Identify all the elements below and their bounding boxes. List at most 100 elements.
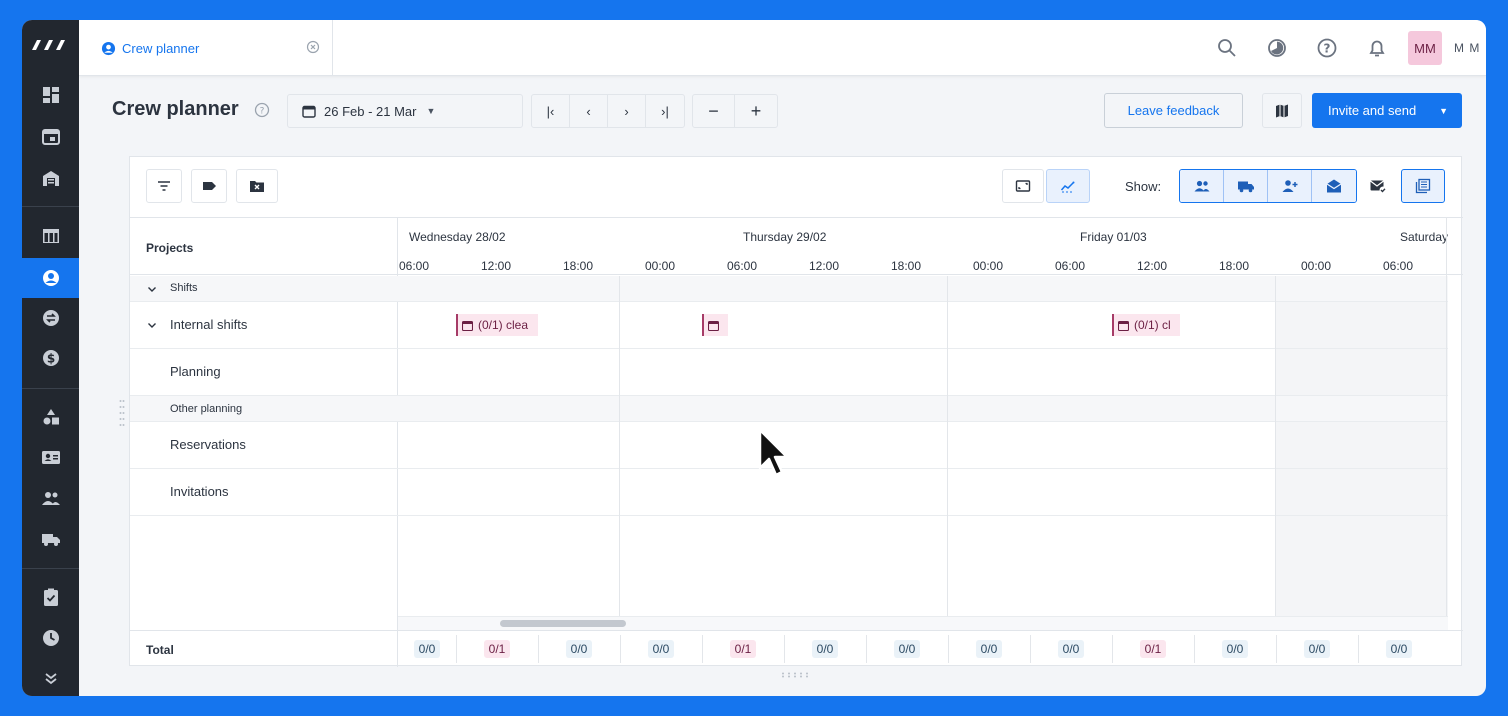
hour-label: 06:00 xyxy=(1055,259,1086,273)
show-crew-toggle[interactable] xyxy=(1180,170,1224,202)
mouse-cursor-icon xyxy=(758,428,789,477)
fit-screen-icon xyxy=(1015,180,1031,192)
nav-expand[interactable] xyxy=(22,658,79,696)
chevron-down-icon[interactable] xyxy=(146,319,158,331)
show-layers-toggle[interactable] xyxy=(1401,169,1445,203)
hour-label: 06:00 xyxy=(1383,259,1414,273)
hour-label: 18:00 xyxy=(563,259,594,273)
caret-down-icon[interactable]: ▼ xyxy=(1439,106,1448,116)
nav-finance[interactable]: $ xyxy=(22,338,79,378)
clipboard-check-icon xyxy=(43,588,58,606)
app-logo[interactable] xyxy=(30,38,70,52)
close-icon[interactable] xyxy=(306,40,320,54)
total-value: 0/0 xyxy=(893,640,921,658)
total-divider xyxy=(1194,635,1195,663)
help-icon[interactable]: ? xyxy=(1316,37,1338,59)
clock-icon xyxy=(42,630,59,646)
hour-label: 06:00 xyxy=(727,259,758,273)
total-value: 0/1 xyxy=(729,640,757,658)
layers-icon xyxy=(1415,178,1431,194)
total-value: 0/0 xyxy=(1221,640,1249,658)
nav-people[interactable] xyxy=(22,478,79,518)
label-icon xyxy=(203,182,216,190)
bell-icon[interactable] xyxy=(1366,37,1388,59)
shift-block[interactable]: (0/1) clea xyxy=(456,314,538,336)
labels-button[interactable] xyxy=(191,169,227,203)
calendar-icon xyxy=(41,129,60,145)
scroll-thumb[interactable] xyxy=(500,620,626,627)
nav-calendar[interactable] xyxy=(22,116,79,156)
hour-label: 18:00 xyxy=(891,259,922,273)
shift-block[interactable]: (0/1) cl xyxy=(1112,314,1180,336)
horizontal-scrollbar[interactable] xyxy=(398,616,1448,630)
avatar[interactable]: MM xyxy=(1408,31,1442,65)
tab-crew-planner[interactable]: Crew planner xyxy=(79,20,333,76)
total-value: 0/0 xyxy=(647,640,675,658)
nav-dashboard[interactable] xyxy=(22,75,79,115)
total-cell: 0/0 xyxy=(538,639,620,659)
help-icon[interactable]: ? xyxy=(254,102,270,118)
calendar-icon xyxy=(1118,320,1129,331)
leave-feedback-button[interactable]: Leave feedback xyxy=(1104,93,1243,128)
previous-period-button[interactable]: ‹ xyxy=(570,95,608,127)
total-divider xyxy=(702,635,703,663)
hour-label: 12:00 xyxy=(1137,259,1168,273)
total-value: 0/0 xyxy=(1385,640,1413,658)
total-divider xyxy=(456,635,457,663)
shapes-icon xyxy=(43,409,59,425)
filter-button[interactable] xyxy=(146,169,182,203)
hour-label: 00:00 xyxy=(1301,259,1332,273)
total-cell: 0/0 xyxy=(1358,639,1440,659)
contact-card-icon xyxy=(41,451,60,464)
chevron-down-icon[interactable] xyxy=(146,283,158,295)
svg-text:?: ? xyxy=(260,107,265,117)
total-value: 0/0 xyxy=(1057,640,1085,658)
nav-vehicles[interactable] xyxy=(22,519,79,559)
first-period-button[interactable]: |‹ xyxy=(532,95,570,127)
nav-table[interactable] xyxy=(22,216,79,256)
nav-time[interactable] xyxy=(22,618,79,658)
nav-tasks[interactable] xyxy=(22,577,79,617)
show-label: Show: xyxy=(1125,179,1162,194)
timer-icon[interactable] xyxy=(1266,37,1288,59)
show-confirmed-toggle[interactable] xyxy=(1356,169,1400,203)
zoom-in-button[interactable]: + xyxy=(735,95,777,127)
project-folder-button[interactable] xyxy=(236,169,278,203)
date-range-picker[interactable]: 26 Feb - 21 Mar ▼ xyxy=(287,94,523,128)
map-button[interactable] xyxy=(1262,93,1302,128)
nav-resources[interactable] xyxy=(22,397,79,437)
group-row-other-planning[interactable]: Other planning xyxy=(130,396,1448,422)
table-icon xyxy=(42,229,59,243)
show-add-person-toggle[interactable] xyxy=(1268,170,1312,202)
row-internal-shifts[interactable]: Internal shifts (0/1) clea (0/1) cl xyxy=(130,302,1448,349)
total-divider xyxy=(784,635,785,663)
user-name[interactable]: M M xyxy=(1454,41,1484,55)
last-period-button[interactable]: ›| xyxy=(646,95,684,127)
nav-crew-planner[interactable] xyxy=(22,258,79,298)
resize-handle-icon[interactable] xyxy=(780,672,814,678)
nav-contacts[interactable] xyxy=(22,437,79,477)
people-icon xyxy=(41,492,60,505)
zoom-out-button[interactable]: − xyxy=(693,95,735,127)
invite-and-send-button[interactable]: Invite and send ▼ xyxy=(1312,93,1462,128)
total-divider xyxy=(1358,635,1359,663)
nav-swap[interactable] xyxy=(22,298,79,338)
show-vehicles-toggle[interactable] xyxy=(1224,170,1268,202)
crew-icon xyxy=(42,270,59,286)
show-mail-toggle[interactable] xyxy=(1312,170,1356,202)
nav-warehouse[interactable] xyxy=(22,158,79,198)
dollar-icon: $ xyxy=(42,350,59,366)
drag-handle-icon[interactable] xyxy=(119,398,125,430)
truck-icon xyxy=(1237,181,1254,193)
row-label: Shifts xyxy=(170,282,198,294)
search-icon[interactable] xyxy=(1216,37,1238,59)
next-period-button[interactable]: › xyxy=(608,95,646,127)
trend-view-button[interactable] xyxy=(1046,169,1090,203)
fit-view-button[interactable] xyxy=(1002,169,1044,203)
shift-block[interactable] xyxy=(702,314,728,336)
row-planning[interactable]: Planning xyxy=(130,349,1448,396)
total-divider xyxy=(1276,635,1277,663)
group-row-shifts[interactable]: Shifts xyxy=(130,276,1448,302)
page-title: Crew planner xyxy=(112,98,239,120)
total-divider xyxy=(866,635,867,663)
